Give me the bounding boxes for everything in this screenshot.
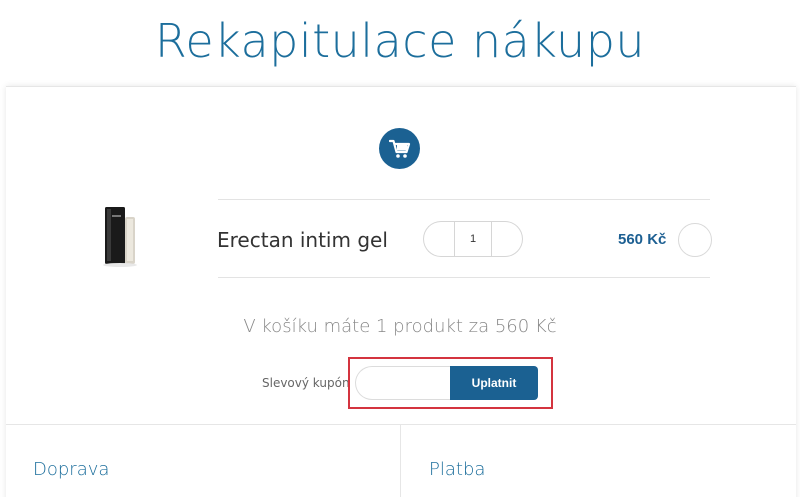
sections-column-divider [400, 424, 401, 497]
divider-top [218, 199, 710, 200]
remove-item-button[interactable] [678, 223, 712, 257]
decrease-quantity-button[interactable] [423, 221, 454, 257]
product-name[interactable]: Erectan intim gel [217, 228, 388, 252]
product-price: 560 Kč [618, 231, 667, 248]
shipping-heading: Doprava [33, 459, 110, 480]
quantity-stepper[interactable]: 1 [423, 221, 523, 257]
payment-heading: Platba [429, 459, 486, 480]
increase-quantity-button[interactable] [492, 221, 523, 257]
apply-coupon-button[interactable]: Uplatnit [450, 366, 538, 400]
cart-icon [379, 128, 420, 169]
coupon-input[interactable] [355, 366, 453, 400]
coupon-label: Slevový kupón [262, 376, 350, 390]
product-image [100, 206, 140, 268]
cart-summary: V košíku máte 1 produkt za 560 Kč [243, 316, 557, 337]
page-title: Rekapitulace nákupu [154, 14, 646, 68]
divider-bottom [218, 277, 710, 278]
sections-divider [6, 424, 796, 425]
quantity-input[interactable]: 1 [454, 221, 492, 257]
